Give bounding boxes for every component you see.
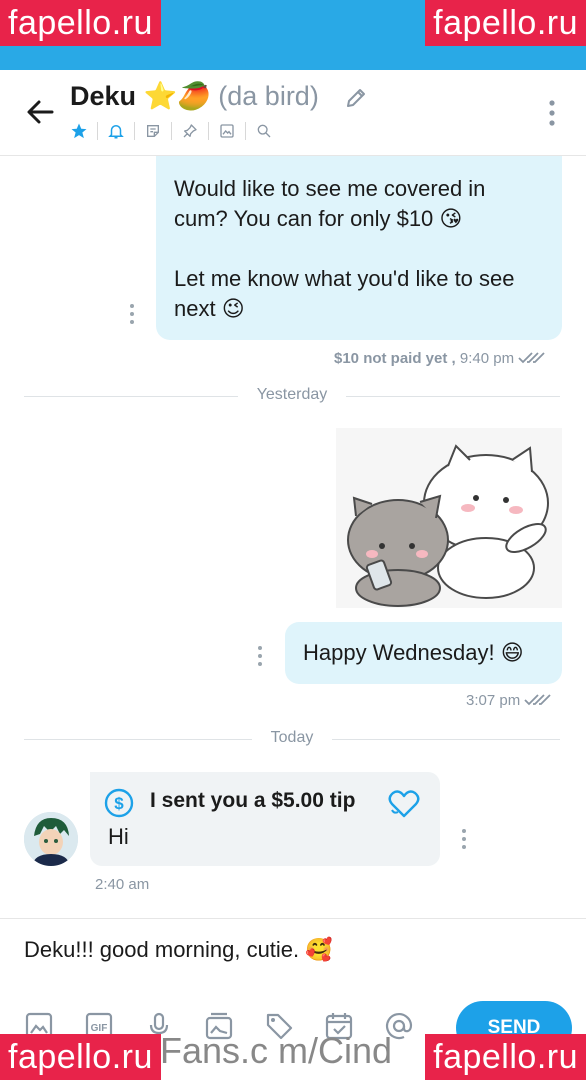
tip-label: I sent you a $5.00 tip — [150, 789, 356, 812]
date-divider: Today — [24, 729, 560, 749]
message-text: Happy Wednesday! 😄 — [303, 640, 524, 665]
icon-separator — [97, 122, 98, 140]
icon-separator — [171, 122, 172, 140]
message-text: Let me know what you'd like to see next … — [174, 266, 515, 321]
more-vertical-icon[interactable] — [540, 98, 564, 128]
date-divider-label: Yesterday — [256, 386, 328, 403]
outgoing-message-bubble[interactable]: Happy Wednesday! 😄 — [285, 622, 562, 684]
watermark: fapello.ru — [0, 0, 161, 46]
message-time: 3:07 pm — [466, 692, 521, 709]
message-time: 9:40 pm — [459, 350, 515, 367]
watermark: fapello.ru — [0, 1034, 161, 1080]
avatar[interactable] — [24, 812, 78, 866]
message-text: Hi — [108, 824, 129, 849]
icon-separator — [208, 122, 209, 140]
bell-icon[interactable] — [105, 120, 127, 142]
svg-text:GIF: GIF — [91, 1023, 108, 1034]
message-options-icon[interactable] — [127, 303, 137, 325]
date-divider-label: Today — [270, 729, 314, 746]
icon-separator — [134, 122, 135, 140]
message-meta: $10 not paid yet , 9:40 pm — [334, 350, 546, 367]
heart-like-icon[interactable] — [388, 790, 420, 818]
note-icon[interactable] — [142, 120, 164, 142]
message-meta: 3:07 pm — [466, 692, 552, 709]
watermark: fapello.ru — [425, 1034, 586, 1080]
message-options-icon[interactable] — [255, 645, 265, 667]
search-icon[interactable] — [253, 120, 275, 142]
cat-sticker-image[interactable] — [336, 428, 562, 608]
watermark-url: Fans.c m/Cind — [160, 1030, 393, 1071]
star-icon[interactable] — [68, 120, 90, 142]
svg-text:$: $ — [114, 794, 124, 813]
message-options-icon[interactable] — [459, 828, 469, 850]
price-status: $10 not paid yet , — [334, 350, 456, 367]
icon-separator — [245, 122, 246, 140]
message-input[interactable]: Deku!!! good morning, cutie. 🥰 — [24, 937, 333, 963]
watermark: fapello.ru — [425, 0, 586, 46]
contact-nickname: (da bird) — [218, 81, 319, 111]
incoming-message-bubble[interactable]: $ I sent you a $5.00 tip Hi — [90, 772, 440, 866]
pencil-icon[interactable] — [344, 86, 368, 110]
double-check-icon — [518, 352, 545, 364]
chat-title[interactable]: Deku ⭐🥭 (da bird) — [70, 80, 319, 112]
dollar-tip-icon: $ — [104, 788, 134, 818]
outgoing-message-bubble[interactable]: Would like to see me covered in cum? You… — [156, 156, 562, 340]
date-divider: Yesterday — [24, 386, 560, 406]
message-time: 2:40 am — [95, 876, 150, 893]
chat-header: Deku ⭐🥭 (da bird) — [0, 70, 586, 156]
image-icon[interactable] — [216, 120, 238, 142]
pin-icon[interactable] — [179, 120, 201, 142]
double-check-icon — [524, 694, 552, 706]
header-action-icons — [68, 120, 275, 142]
back-arrow-icon[interactable] — [24, 96, 56, 128]
message-text: Would like to see me covered in cum? You… — [174, 176, 486, 231]
contact-name: Deku ⭐🥭 — [70, 81, 211, 111]
